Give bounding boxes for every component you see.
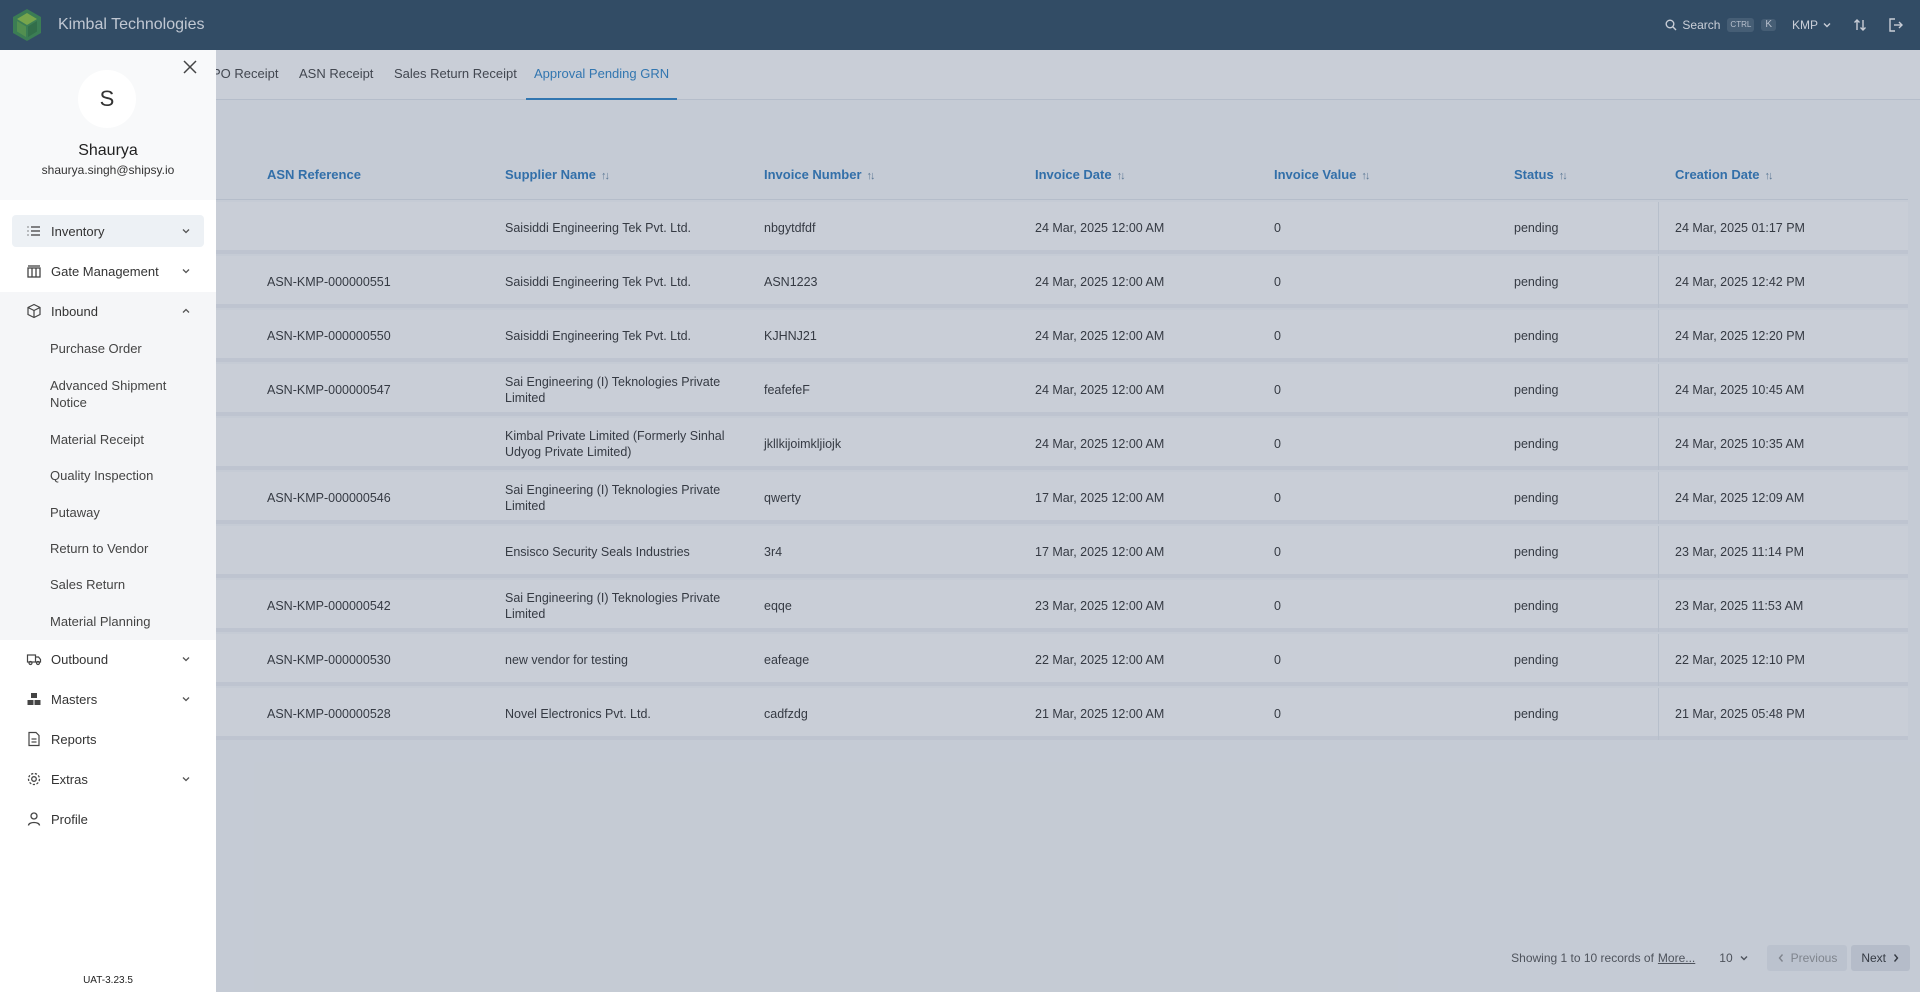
avatar: S <box>78 70 136 128</box>
app-version: UAT-3.23.5 <box>83 975 133 986</box>
nav-masters[interactable]: Masters <box>12 683 204 715</box>
truck-icon <box>26 654 42 666</box>
nav-sub-sales-return[interactable]: Sales Return <box>50 576 200 593</box>
nav-sub-advanced-shipment-notice[interactable]: Advanced Shipment Notice <box>50 377 200 411</box>
nav-label: Extras <box>51 771 88 787</box>
nav-label: Reports <box>51 731 97 747</box>
nav-outbound[interactable]: Outbound <box>12 643 204 675</box>
nav-profile[interactable]: Profile <box>12 803 204 835</box>
list-icon <box>27 226 40 236</box>
nav-sub-material-planning[interactable]: Material Planning <box>50 613 200 630</box>
nav-sub-purchase-order[interactable]: Purchase Order <box>50 340 200 357</box>
nav-label: Gate Management <box>51 263 159 279</box>
gate-icon <box>27 265 41 278</box>
chevron-down-icon <box>182 657 190 662</box>
close-icon[interactable] <box>181 58 199 76</box>
user-icon <box>27 812 41 826</box>
chevron-down-icon <box>182 777 190 782</box>
chevron-up-icon <box>182 308 190 313</box>
user-email: shaurya.singh@shipsy.io <box>41 163 175 177</box>
chevron-down-icon <box>182 229 190 234</box>
box-icon <box>27 303 41 319</box>
nav-label: Masters <box>51 691 98 707</box>
nav-label: Profile <box>51 811 88 827</box>
nav-inventory[interactable]: Inventory <box>12 215 204 247</box>
nav-reports[interactable]: Reports <box>12 723 204 755</box>
navigation-drawer: S Shaurya shaurya.singh@shipsy.io Invent… <box>0 50 216 992</box>
nav-label: Inbound <box>51 303 98 319</box>
nav-inbound[interactable]: Inbound <box>12 295 204 327</box>
chevron-down-icon <box>182 697 190 702</box>
report-icon <box>28 731 40 747</box>
nav-sub-putaway[interactable]: Putaway <box>50 504 200 521</box>
nav-sub-return-to-vendor[interactable]: Return to Vendor <box>50 540 200 557</box>
gear-icon <box>27 772 41 786</box>
nav-extras[interactable]: Extras <box>12 763 204 795</box>
nav-sub-quality-inspection[interactable]: Quality Inspection <box>50 467 200 484</box>
user-name: Shaurya <box>78 142 138 159</box>
boxes-icon <box>27 693 41 705</box>
drawer-backdrop[interactable] <box>0 0 1920 992</box>
nav-sub-material-receipt[interactable]: Material Receipt <box>50 431 200 448</box>
nav-gate-management[interactable]: Gate Management <box>12 255 204 287</box>
nav-label: Outbound <box>51 651 109 667</box>
chevron-down-icon <box>182 269 190 274</box>
nav-label: Inventory <box>51 223 105 239</box>
